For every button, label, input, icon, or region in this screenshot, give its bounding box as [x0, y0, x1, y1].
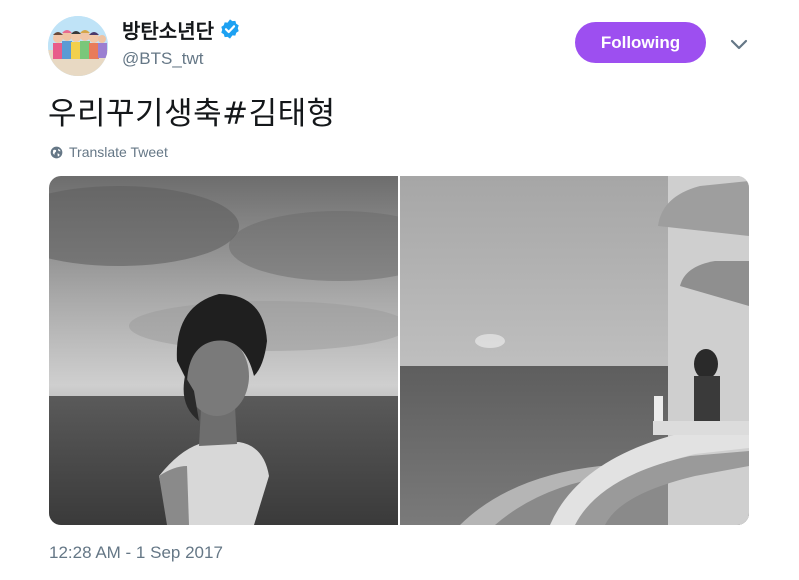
chevron-down-icon[interactable] — [728, 34, 750, 54]
translate-tweet-label: Translate Tweet — [69, 144, 168, 160]
tweet-text: 우리꾸기생축#김태형 — [48, 96, 336, 132]
verified-badge-icon — [221, 19, 239, 39]
translate-tweet-link[interactable]: Translate Tweet — [50, 144, 168, 160]
tweet: 방탄소년단 @BTS_twt Following 우리꾸기생축#김태형 Tran… — [0, 0, 799, 580]
tweet-timestamp[interactable]: 12:28 AM - 1 Sep 2017 — [49, 543, 223, 563]
globe-icon — [50, 146, 63, 158]
following-button[interactable]: Following — [575, 22, 706, 63]
display-name-text: 방탄소년단 — [122, 18, 214, 43]
avatar[interactable] — [48, 16, 108, 76]
display-name[interactable]: 방탄소년단 — [122, 16, 241, 43]
photo-balcony[interactable] — [400, 176, 749, 525]
avatar-illustration — [48, 16, 108, 76]
user-handle[interactable]: @BTS_twt — [122, 49, 204, 69]
photo-portrait[interactable] — [49, 176, 398, 525]
media-grid — [49, 176, 749, 525]
